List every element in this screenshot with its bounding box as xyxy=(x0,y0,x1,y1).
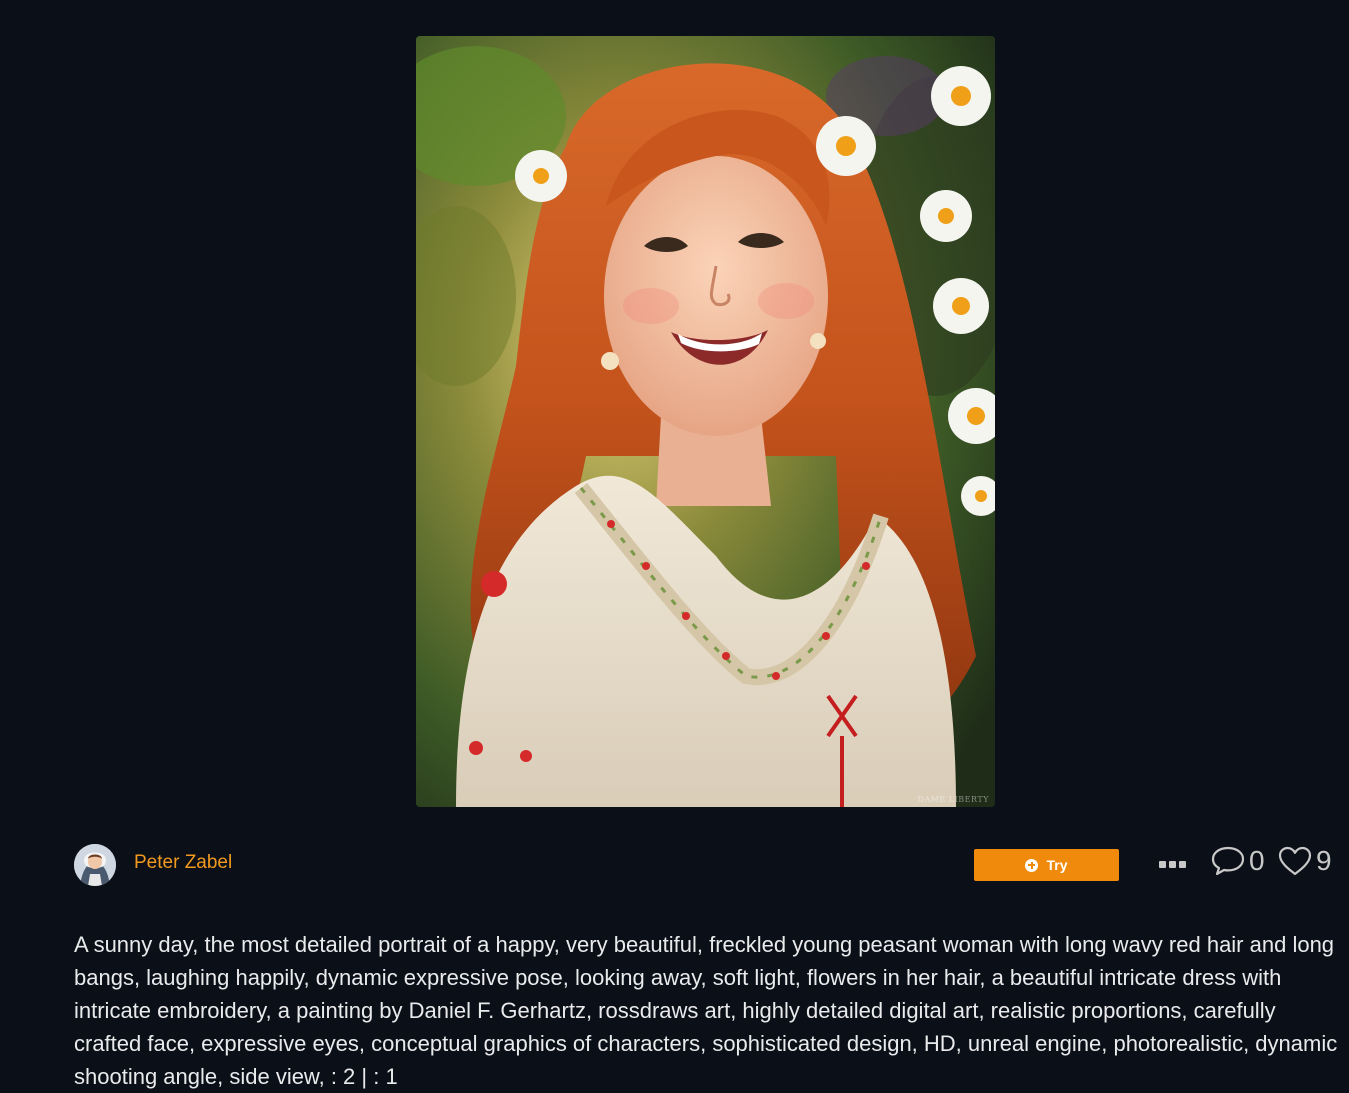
like-button[interactable]: 9 xyxy=(1277,845,1332,877)
author-avatar[interactable] xyxy=(74,844,116,886)
avatar-image xyxy=(74,844,116,886)
author-name-link[interactable]: Peter Zabel xyxy=(134,852,232,874)
like-count: 9 xyxy=(1316,845,1332,876)
comment-count: 0 xyxy=(1249,845,1265,876)
more-dots-icon xyxy=(1169,860,1176,868)
image-detail-page: DAME LIBERTY Peter Zabel Try 0 9 A sunny… xyxy=(0,0,1349,1093)
comment-icon xyxy=(1211,846,1245,876)
artwork-watermark: DAME LIBERTY xyxy=(917,795,989,804)
generated-artwork-image[interactable]: DAME LIBERTY xyxy=(416,36,995,807)
heart-icon xyxy=(1278,846,1312,876)
portrait-painting xyxy=(416,36,995,807)
try-button-label: Try xyxy=(1046,857,1068,873)
more-options-button[interactable] xyxy=(1159,857,1189,871)
comments-button[interactable]: 0 xyxy=(1210,845,1265,877)
more-dots-icon xyxy=(1159,860,1166,868)
try-button[interactable]: Try xyxy=(974,849,1119,881)
post-meta-row: Peter Zabel Try 0 9 xyxy=(74,843,1349,886)
more-dots-icon xyxy=(1179,860,1186,868)
plus-circle-icon xyxy=(1025,858,1039,872)
prompt-text: A sunny day, the most detailed portrait … xyxy=(74,932,1338,1089)
